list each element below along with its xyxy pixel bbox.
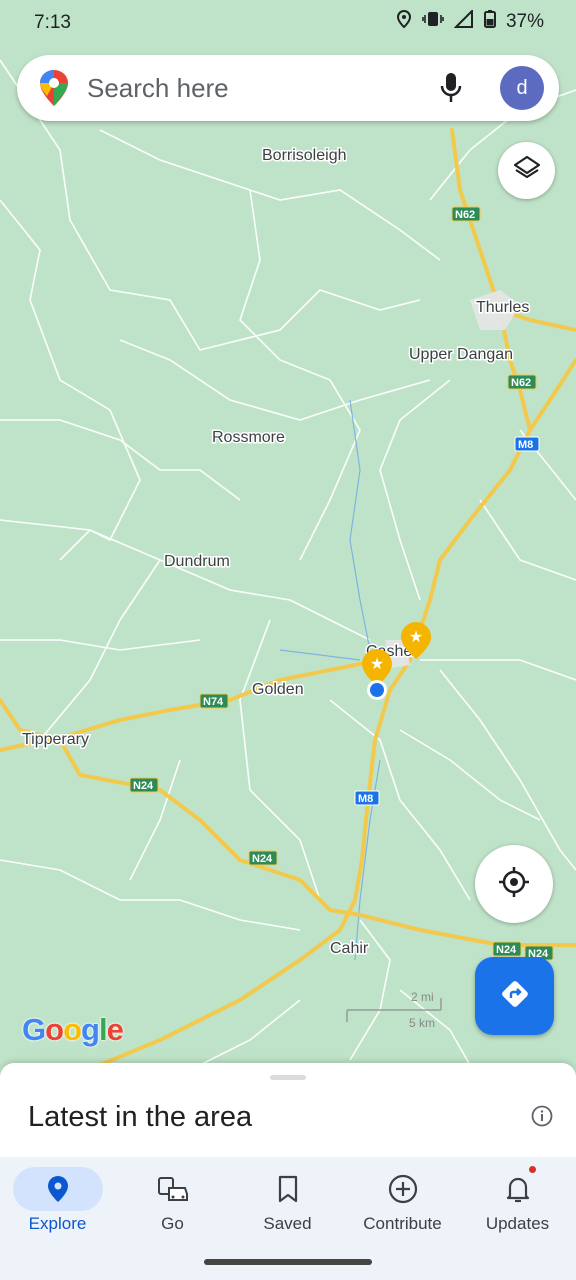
- svg-text:N74: N74: [203, 696, 224, 708]
- notification-dot: [529, 1166, 536, 1173]
- search-input[interactable]: Search here: [87, 73, 229, 104]
- pin-icon: [12, 1167, 103, 1211]
- svg-text:N24: N24: [252, 853, 273, 865]
- crosshair-icon: [497, 865, 531, 904]
- status-bar: 7:13 37%: [0, 0, 576, 44]
- road-shield-n74: N74: [199, 693, 229, 709]
- place-label-dundrum[interactable]: Dundrum: [163, 552, 232, 572]
- sheet-drag-handle[interactable]: [270, 1075, 306, 1080]
- scale-km: 5 km: [409, 1016, 436, 1030]
- road-shield-m8: M8: [354, 790, 380, 806]
- map-scale: 2 mi 5 km: [345, 990, 445, 1030]
- account-avatar[interactable]: d: [500, 66, 544, 110]
- nav-item-updates[interactable]: Updates: [460, 1157, 575, 1247]
- svg-text:N24: N24: [496, 944, 517, 956]
- layers-icon: [513, 154, 541, 187]
- home-indicator[interactable]: [204, 1259, 372, 1265]
- directions-button[interactable]: [475, 957, 554, 1035]
- nav-label-saved: Saved: [263, 1214, 312, 1233]
- svg-text:N24: N24: [133, 780, 154, 792]
- nav-item-explore[interactable]: Explore: [0, 1157, 115, 1247]
- google-logo: Google: [22, 1012, 124, 1048]
- bottom-navigation: Explore Go Saved Contribute Updates: [0, 1157, 576, 1280]
- status-time: 7:13: [34, 12, 71, 33]
- bell-icon: [473, 1167, 563, 1211]
- info-icon[interactable]: [531, 1105, 553, 1132]
- google-attribution: Google: [22, 1012, 124, 1047]
- svg-text:N62: N62: [511, 377, 531, 389]
- add-circle-icon: [358, 1167, 448, 1211]
- google-maps-logo-icon: [39, 69, 69, 112]
- nav-label-contribute: Contribute: [363, 1214, 442, 1233]
- place-label-cahir[interactable]: Cahir: [329, 939, 371, 959]
- my-location-button[interactable]: [475, 845, 553, 923]
- sheet-title: Latest in the area: [28, 1101, 253, 1133]
- nav-label-go: Go: [161, 1214, 184, 1233]
- svg-text:★: ★: [370, 654, 384, 673]
- place-label-rossmore[interactable]: Rossmore: [211, 428, 287, 448]
- bottom-sheet[interactable]: Latest in the area: [0, 1063, 576, 1158]
- svg-text:M8: M8: [358, 793, 373, 805]
- nav-label-updates: Updates: [485, 1214, 550, 1233]
- signal-icon: [453, 8, 474, 34]
- place-label-upper-dangan[interactable]: Upper Dangan: [408, 345, 515, 365]
- road-shield-n24: N24: [492, 941, 522, 957]
- svg-text:N62: N62: [455, 209, 475, 221]
- svg-text:M8: M8: [518, 439, 533, 451]
- battery-percent: 37%: [505, 11, 544, 32]
- nav-item-contribute[interactable]: Contribute: [345, 1157, 460, 1247]
- place-label-thurles[interactable]: Thurles: [475, 298, 531, 318]
- nav-item-go[interactable]: Go: [115, 1157, 230, 1247]
- battery-icon: [483, 10, 496, 34]
- road-shield-n62: N62: [451, 206, 481, 222]
- svg-text:★: ★: [409, 627, 423, 646]
- road-shield-n24: N24: [129, 777, 159, 793]
- place-label-golden[interactable]: Golden: [251, 680, 306, 700]
- place-label-borrisoleigh[interactable]: Borrisoleigh: [261, 146, 348, 166]
- my-location-dot: [367, 680, 387, 700]
- layers-button[interactable]: [498, 142, 555, 199]
- vibrate-icon: [422, 11, 444, 33]
- scale-miles: 2 mi: [411, 990, 434, 1004]
- search-bar[interactable]: Search here d: [17, 55, 559, 121]
- nav-item-saved[interactable]: Saved: [230, 1157, 345, 1247]
- commute-icon: [128, 1167, 218, 1211]
- location-icon: [396, 9, 412, 34]
- road-shield-n24: N24: [248, 850, 278, 866]
- directions-icon: [498, 977, 532, 1016]
- microphone-icon[interactable]: [440, 72, 462, 109]
- road-shield-n62: N62: [507, 374, 537, 390]
- bookmark-icon: [243, 1167, 333, 1211]
- road-shield-m8: M8: [514, 436, 540, 452]
- place-label-tipperary[interactable]: Tipperary: [21, 730, 91, 750]
- nav-label-explore: Explore: [28, 1214, 87, 1233]
